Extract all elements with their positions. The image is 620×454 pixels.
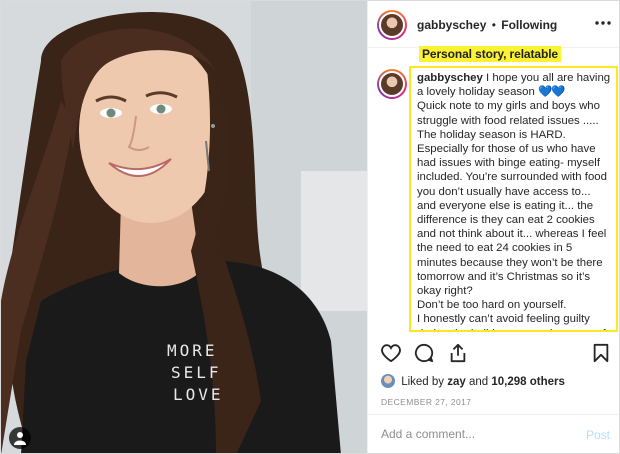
shirt-text-line-2: SELF [171, 363, 222, 382]
more-options-icon[interactable] [594, 16, 612, 30]
comment-icon[interactable] [414, 343, 434, 363]
header-byline: gabbyschey • Following [417, 18, 557, 32]
post-header: gabbyschey • Following [368, 1, 619, 48]
save-bookmark-icon[interactable] [592, 343, 610, 363]
tagged-user-icon[interactable] [9, 427, 31, 449]
like-heart-icon[interactable] [380, 343, 402, 363]
blue-hearts-emoji: 💙💙 [537, 86, 565, 99]
liker-avatar [381, 374, 395, 388]
comment-input[interactable] [381, 427, 561, 441]
instagram-post: MORE SELF LOVE gabbyschey • Following Pe… [0, 0, 620, 454]
author-username[interactable]: gabbyschey [417, 18, 486, 32]
likes-prefix: Liked by [401, 376, 445, 388]
annotation-label: Personal story, relatable [419, 46, 562, 62]
post-date[interactable]: DECEMBER 27, 2017 [381, 397, 471, 407]
caption-text: gabbyschey I hope you all are having a l… [417, 71, 611, 330]
caption-line: The holiday season is HARD. Especially f… [417, 128, 607, 298]
liker-username[interactable]: zay [447, 376, 466, 388]
shirt-text-line-1: MORE [167, 341, 218, 360]
likes-joiner: and [469, 376, 489, 388]
caption-line: Don’t be too hard on yourself. [417, 299, 567, 312]
likes-count[interactable]: 10,298 others [491, 376, 565, 388]
action-bar [368, 343, 619, 369]
portrait-image: MORE SELF LOVE [1, 1, 367, 453]
post-panel: gabbyschey • Following Personal story, r… [367, 1, 619, 453]
caption-line: Quick note to my girls and boys who stru… [417, 100, 600, 127]
byline-separator: • [491, 18, 496, 32]
following-button[interactable]: Following [501, 18, 557, 32]
post-comment-button[interactable]: Post [586, 428, 610, 442]
comment-bar: Post [368, 414, 619, 453]
shirt-text-line-3: LOVE [173, 385, 224, 404]
caption-highlight-box: gabbyschey I hope you all are having a l… [409, 66, 618, 332]
share-icon[interactable] [448, 343, 468, 363]
caption-avatar[interactable] [377, 69, 407, 99]
author-avatar[interactable] [377, 10, 407, 40]
post-photo[interactable]: MORE SELF LOVE [1, 1, 367, 453]
caption-line: I honestly can’t avoid feeling guilty du… [417, 313, 606, 330]
caption-username[interactable]: gabbyschey [417, 72, 483, 84]
likes-summary: Liked by zay and 10,298 others [381, 374, 565, 388]
